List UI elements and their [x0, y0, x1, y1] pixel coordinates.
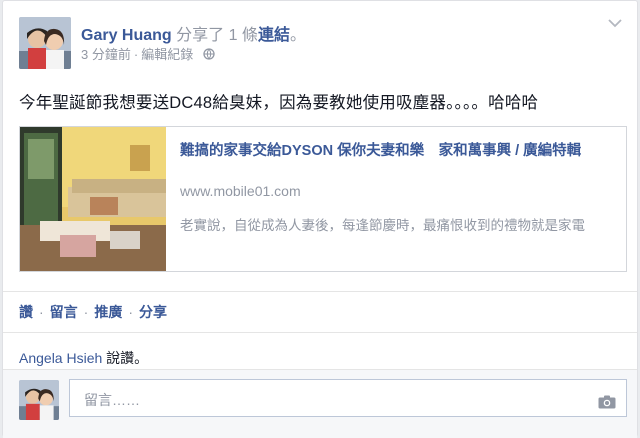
liker-name-link[interactable]: Angela Hsieh — [19, 350, 102, 366]
post-header: Gary Huang 分享了 1 條連結。 — [81, 21, 306, 45]
comment-button[interactable]: 留言 — [50, 304, 78, 320]
action-separator: · — [39, 304, 44, 320]
post-timestamp[interactable]: 3 分鐘前 — [81, 47, 131, 62]
shared-link-word[interactable]: 連結 — [258, 27, 290, 44]
link-domain: www.mobile01.com — [180, 183, 301, 199]
globe-icon[interactable] — [203, 48, 215, 60]
link-preview-card[interactable]: 難搞的家事交給DYSON 保你夫妻和樂 家和萬事興 / 廣編特輯 www.mob… — [19, 126, 627, 272]
link-title[interactable]: 難搞的家事交給DYSON 保你夫妻和樂 家和萬事興 / 廣編特輯 — [180, 141, 610, 162]
like-button[interactable]: 讚 — [19, 304, 33, 320]
edit-history-link[interactable]: 編輯紀錄 — [141, 47, 193, 62]
avatar-photo — [19, 380, 59, 420]
post-meta: 3 分鐘前 · 編輯紀錄 — [81, 44, 215, 63]
post-actions: 讚 · 留言 · 推廣 · 分享 — [3, 291, 637, 333]
chevron-down-icon[interactable] — [607, 17, 623, 29]
share-verb: 分享了 1 條 — [176, 27, 258, 44]
promote-button[interactable]: 推廣 — [94, 304, 122, 320]
meta-separator: · — [133, 47, 139, 62]
action-separator: · — [128, 304, 134, 320]
link-description: 老實說，自從成為人妻後，每逢節慶時，最痛恨收到的禮物就是家電 — [180, 218, 585, 233]
likes-suffix: 說讚。 — [102, 350, 149, 366]
comment-section: 留言…… — [3, 369, 637, 438]
comment-input[interactable]: 留言…… — [69, 379, 627, 417]
post-card: Gary Huang 分享了 1 條連結。 3 分鐘前 · 編輯紀錄 今年聖誕節我想… — [2, 0, 638, 438]
header-period: 。 — [289, 27, 306, 44]
camera-icon[interactable] — [598, 395, 616, 409]
avatar-photo — [19, 17, 71, 69]
living-room-image — [20, 127, 166, 271]
comment-placeholder: 留言…… — [84, 392, 140, 408]
author-avatar[interactable] — [19, 17, 71, 69]
link-thumbnail[interactable] — [20, 127, 166, 271]
author-name-link[interactable]: Gary Huang — [81, 27, 172, 44]
commenter-avatar[interactable] — [19, 380, 59, 420]
likes-summary: Angela Hsieh 說讚。 — [19, 348, 148, 368]
share-button[interactable]: 分享 — [139, 304, 167, 320]
post-message: 今年聖誕節我想要送DC48給臭妹，因為要教她使用吸塵器。。。。哈哈哈 — [19, 94, 539, 112]
action-separator: · — [83, 304, 89, 320]
